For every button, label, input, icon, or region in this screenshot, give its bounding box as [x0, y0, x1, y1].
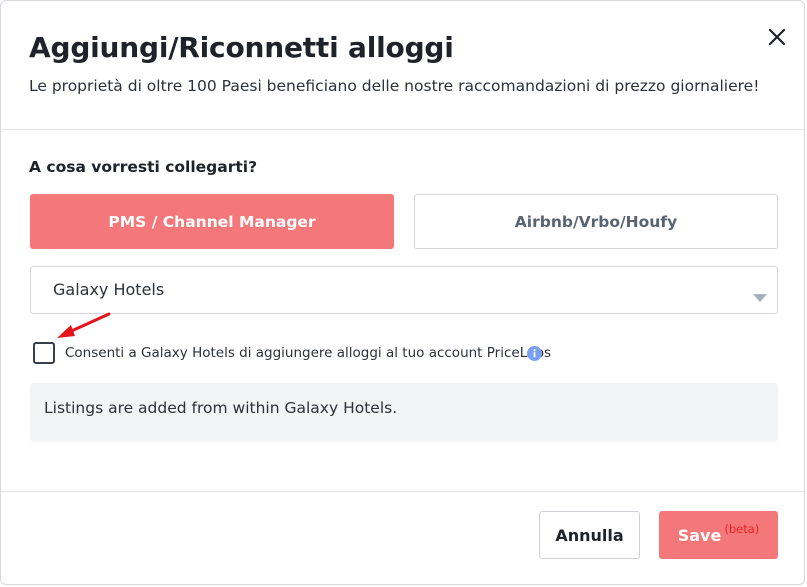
info-note-text: Listings are added from within Galaxy Ho… [44, 399, 398, 417]
save-button[interactable]: Save (beta) [659, 511, 778, 559]
beta-badge: (beta) [724, 522, 760, 536]
save-button-label: Save [677, 525, 722, 545]
cancel-button[interactable]: Annulla [539, 511, 640, 559]
consent-label: Consenti a Galaxy Hotels di aggiungere a… [65, 345, 552, 361]
option-label: Airbnb/Vrbo/Houfy [514, 212, 678, 231]
info-icon[interactable] [527, 346, 542, 361]
option-airbnb-vrbo-houfy[interactable]: Airbnb/Vrbo/Houfy [414, 194, 778, 249]
dialog-header: Aggiungi/Riconnetti alloggi Le proprietà… [1, 1, 804, 130]
red-arrow-annotation [57, 312, 111, 338]
dialog-subtitle: Le proprietà di oltre 100 Paesi benefici… [29, 77, 760, 95]
provider-select[interactable]: Galaxy Hotels [30, 266, 778, 314]
add-reconnect-listings-dialog: Aggiungi/Riconnetti alloggi Le proprietà… [0, 0, 805, 585]
caret-down-icon [753, 287, 767, 306]
info-note: Listings are added from within Galaxy Ho… [30, 383, 778, 442]
option-label: PMS / Channel Manager [108, 212, 316, 231]
close-icon[interactable] [765, 25, 789, 49]
option-pms-channel-manager[interactable]: PMS / Channel Manager [30, 194, 394, 249]
cancel-button-label: Annulla [555, 525, 624, 545]
provider-select-value: Galaxy Hotels [53, 280, 165, 299]
dialog-title: Aggiungi/Riconnetti alloggi [29, 31, 454, 64]
connect-question: A cosa vorresti collegarti? [29, 158, 258, 176]
consent-checkbox[interactable] [33, 342, 55, 364]
